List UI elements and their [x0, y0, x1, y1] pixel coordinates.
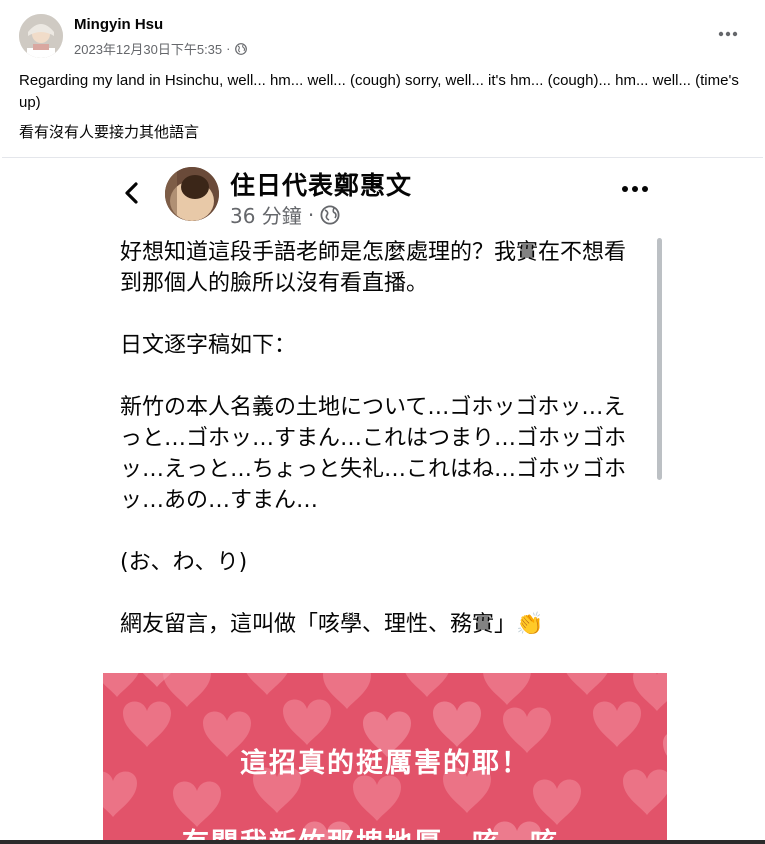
- embedded-meta-separator: ·: [307, 202, 315, 227]
- globe-icon: [234, 42, 247, 55]
- facebook-post-page: Mingyin Hsu 2023年12月30日下午5:35 · Regardin…: [0, 0, 765, 844]
- scrollbar[interactable]: [657, 238, 662, 480]
- embedded-post-body: 好想知道這段手語老師是怎麼處理的？我實在不想看到那個人的臉所以沒有看直播。 日文…: [120, 240, 627, 637]
- embedded-author-name[interactable]: 住日代表鄭惠文: [230, 166, 412, 202]
- meta-separator: ·: [226, 41, 231, 56]
- embedded-post-time[interactable]: 36 分鐘: [230, 200, 302, 229]
- more-options-button[interactable]: [710, 22, 746, 46]
- author-avatar[interactable]: [19, 14, 63, 58]
- post-timestamp[interactable]: 2023年12月30日下午5:35: [74, 39, 222, 58]
- author-name[interactable]: Mingyin Hsu: [74, 16, 163, 33]
- image-caption-line-1: 這招真的挺厲害的耶！: [240, 748, 530, 779]
- post-caption: Regarding my land in Hsinchu, well... hm…: [19, 72, 739, 111]
- embedded-post-meta: 36 分鐘 ·: [230, 200, 340, 229]
- embedded-more-options-button[interactable]: [620, 180, 650, 204]
- post-meta: 2023年12月30日下午5:35 ·: [74, 39, 247, 58]
- back-arrow-icon[interactable]: [120, 180, 144, 206]
- embedded-globe-icon: [320, 204, 340, 225]
- embedded-screenshot[interactable]: 住日代表鄭惠文 36 分鐘 · 好想知道這段手語老師是怎麼處理的？我實在不想看到…: [2, 157, 763, 844]
- hearts-image[interactable]: 這招真的挺厲害的耶！ 有關我新竹那塊地厚，咳，咳，: [103, 673, 667, 844]
- post-header: Mingyin Hsu 2023年12月30日下午5:35 · Regardin…: [0, 0, 765, 160]
- bottom-edge-bar: [0, 840, 765, 844]
- embedded-author-avatar[interactable]: [165, 167, 219, 221]
- post-caption-zh: 看有沒有人要接力其他語言: [19, 123, 200, 141]
